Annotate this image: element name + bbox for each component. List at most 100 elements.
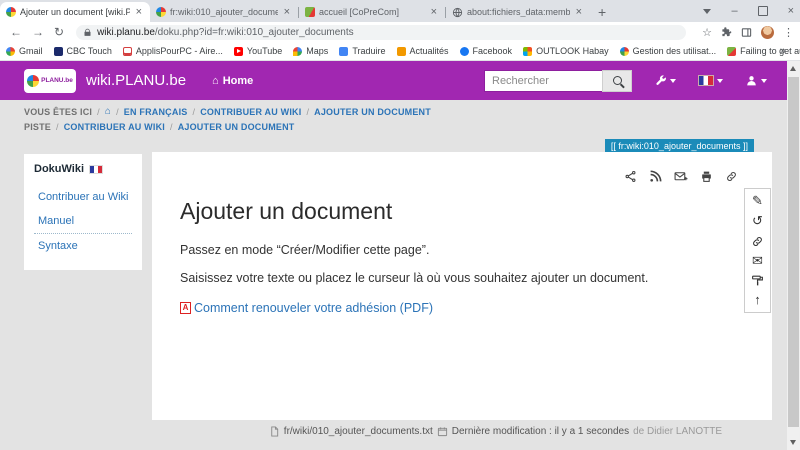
breadcrumb-link-en-francais[interactable]: EN FRANÇAIS <box>124 107 188 117</box>
bookmark-gmail[interactable]: Gmail <box>6 46 43 56</box>
user-menu[interactable] <box>745 74 767 87</box>
bookmark-label: Gmail <box>19 46 43 56</box>
footer-file-name: fr/wiki/010_ajouter_documents.txt <box>284 426 433 437</box>
bookmark-label: Gestion des utilisat... <box>633 46 717 56</box>
revisions-history-icon[interactable]: ↺ <box>752 214 763 228</box>
sidebar-item-syntaxe[interactable]: Syntaxe <box>34 234 132 258</box>
new-tab-button[interactable]: + <box>598 4 606 20</box>
tab-about-fichiers[interactable]: about:fichiers_data:membres_inc × <box>446 2 590 22</box>
scrollbar-thumb[interactable] <box>788 77 799 427</box>
breadcrumb-link-ajouter[interactable]: AJOUTER UN DOCUMENT <box>178 122 295 132</box>
mail-page-icon[interactable] <box>674 170 688 183</box>
tab-search-chevron-icon[interactable] <box>703 9 711 14</box>
scroll-up-icon[interactable] <box>790 66 796 71</box>
tab-accueil-coprecom[interactable]: accueil [CoPreCom] × <box>299 2 445 22</box>
scroll-down-icon[interactable] <box>790 440 796 445</box>
share-icon[interactable] <box>624 170 637 183</box>
chevron-down-icon <box>717 79 723 83</box>
site-tools-menu[interactable] <box>654 74 676 87</box>
language-menu[interactable] <box>698 75 723 86</box>
sidebar: DokuWiki Contribuer au Wiki Manuel Synta… <box>24 154 142 270</box>
bookmark-youtube[interactable]: YouTube <box>234 46 282 56</box>
tab-fr-wiki-010[interactable]: fr:wiki:010_ajouter_documents [w × <box>150 2 298 22</box>
print-icon[interactable] <box>700 170 713 183</box>
news-icon <box>397 47 406 56</box>
tab-close-icon[interactable]: × <box>282 6 292 18</box>
bookmark-label: ApplisPourPC - Aire... <box>136 46 223 56</box>
backlinks-icon[interactable] <box>751 235 764 248</box>
pdf-icon: A <box>180 302 191 314</box>
breadcrumb-link-contribuer[interactable]: CONTRIBUER AU WIKI <box>200 107 301 117</box>
maps-pin-icon <box>293 47 302 56</box>
tab-close-icon[interactable]: × <box>429 6 439 18</box>
bookmark-outlook[interactable]: OUTLOOK Habay <box>523 46 609 56</box>
bookmark-cbc-touch[interactable]: CBC Touch <box>54 46 112 56</box>
applis-icon <box>123 47 132 56</box>
pdf-link-row: A Comment renouveler votre adhésion (PDF… <box>180 301 744 315</box>
tab-ajouter-document[interactable]: Ajouter un document [wiki.PLANU × <box>0 2 150 22</box>
permalink-icon[interactable] <box>725 170 738 183</box>
cbc-icon <box>54 47 63 56</box>
edit-pencil-icon[interactable]: ✎ <box>752 194 763 208</box>
coprecom-favicon <box>305 7 315 17</box>
maximize-button[interactable] <box>758 6 768 16</box>
minimize-button[interactable]: – <box>731 6 737 17</box>
page-actions <box>624 170 738 183</box>
bookmark-actualites[interactable]: Actualités <box>397 46 449 56</box>
tab-strip: Ajouter un document [wiki.PLANU × fr:wik… <box>0 0 800 22</box>
tab-close-icon[interactable]: × <box>134 6 144 18</box>
bookmark-failing[interactable]: Failing to get authc... <box>727 46 800 56</box>
wrench-icon <box>654 74 667 87</box>
forward-icon[interactable]: → <box>32 26 44 38</box>
lock-icon <box>83 28 92 37</box>
breadcrumb-label: PISTE <box>24 122 51 132</box>
browser-menu-icon[interactable]: ⋮ <box>783 26 794 39</box>
mail-icon[interactable]: ✉ <box>752 254 763 268</box>
bookmark-facebook[interactable]: Facebook <box>460 46 513 56</box>
extensions-icon[interactable] <box>721 27 732 38</box>
planu-logo[interactable]: PLANU.be <box>24 69 76 93</box>
rss-icon[interactable] <box>649 170 662 183</box>
profile-avatar[interactable] <box>761 26 774 39</box>
planu-favicon <box>6 7 16 17</box>
sidebar-item-contribuer[interactable]: Contribuer au Wiki <box>34 185 132 209</box>
back-to-top-icon[interactable]: ↑ <box>754 293 761 307</box>
bookmark-star-icon[interactable]: ☆ <box>702 26 712 39</box>
bookmark-label: Traduire <box>352 46 385 56</box>
bookmark-maps[interactable]: Maps <box>293 46 328 56</box>
french-flag-icon <box>698 75 714 86</box>
browser-toolbar: ← → ↻ wiki.planu.be/doku.php?id=fr:wiki:… <box>0 22 800 42</box>
search-button[interactable] <box>602 70 632 92</box>
address-bar[interactable]: wiki.planu.be/doku.php?id=fr:wiki:010_aj… <box>76 25 686 40</box>
back-icon[interactable]: ← <box>10 26 22 38</box>
paint-roller-icon[interactable] <box>751 274 764 287</box>
bookmark-label: Actualités <box>410 46 449 56</box>
home-link[interactable]: ⌂ Home <box>212 75 253 87</box>
breadcrumb-separator: / <box>97 107 100 117</box>
search-input[interactable]: Rechercher <box>484 70 602 92</box>
home-icon[interactable]: ⌂ <box>105 106 111 117</box>
footer-modified-text: Dernière modification : il y a 1 seconde… <box>452 426 629 437</box>
calendar-icon <box>437 426 448 437</box>
bookmark-gestion[interactable]: Gestion des utilisat... <box>620 46 717 56</box>
breadcrumb-link-contribuer[interactable]: CONTRIBUER AU WIKI <box>64 122 165 132</box>
pdf-document-link[interactable]: Comment renouveler votre adhésion (PDF) <box>194 301 433 315</box>
bookmark-label: OUTLOOK Habay <box>536 46 609 56</box>
toolbar-right: ☆ ⋮ <box>702 22 794 42</box>
side-panel-icon[interactable] <box>741 27 752 38</box>
vertical-scrollbar[interactable] <box>787 61 800 450</box>
bookmark-applispourpc[interactable]: ApplisPourPC - Aire... <box>123 46 223 56</box>
tab-close-icon[interactable]: × <box>574 6 584 18</box>
site-title[interactable]: wiki.PLANU.be <box>86 72 186 89</box>
bookmarks-overflow-icon[interactable]: » <box>780 45 786 57</box>
paragraph: Passez en mode “Créer/Modifier cette pag… <box>180 243 744 257</box>
sidebar-item-manuel[interactable]: Manuel <box>34 209 132 234</box>
close-window-button[interactable]: × <box>788 6 794 17</box>
home-label: Home <box>223 75 254 87</box>
bookmark-traduire[interactable]: Traduire <box>339 46 385 56</box>
breadcrumb-link-ajouter[interactable]: AJOUTER UN DOCUMENT <box>314 107 431 117</box>
outlook-icon <box>523 47 532 56</box>
reload-icon[interactable]: ↻ <box>54 26 64 38</box>
breadcrumb-label: VOUS ÊTES ICI <box>24 107 92 117</box>
tab-title: Ajouter un document [wiki.PLANU <box>20 7 130 17</box>
